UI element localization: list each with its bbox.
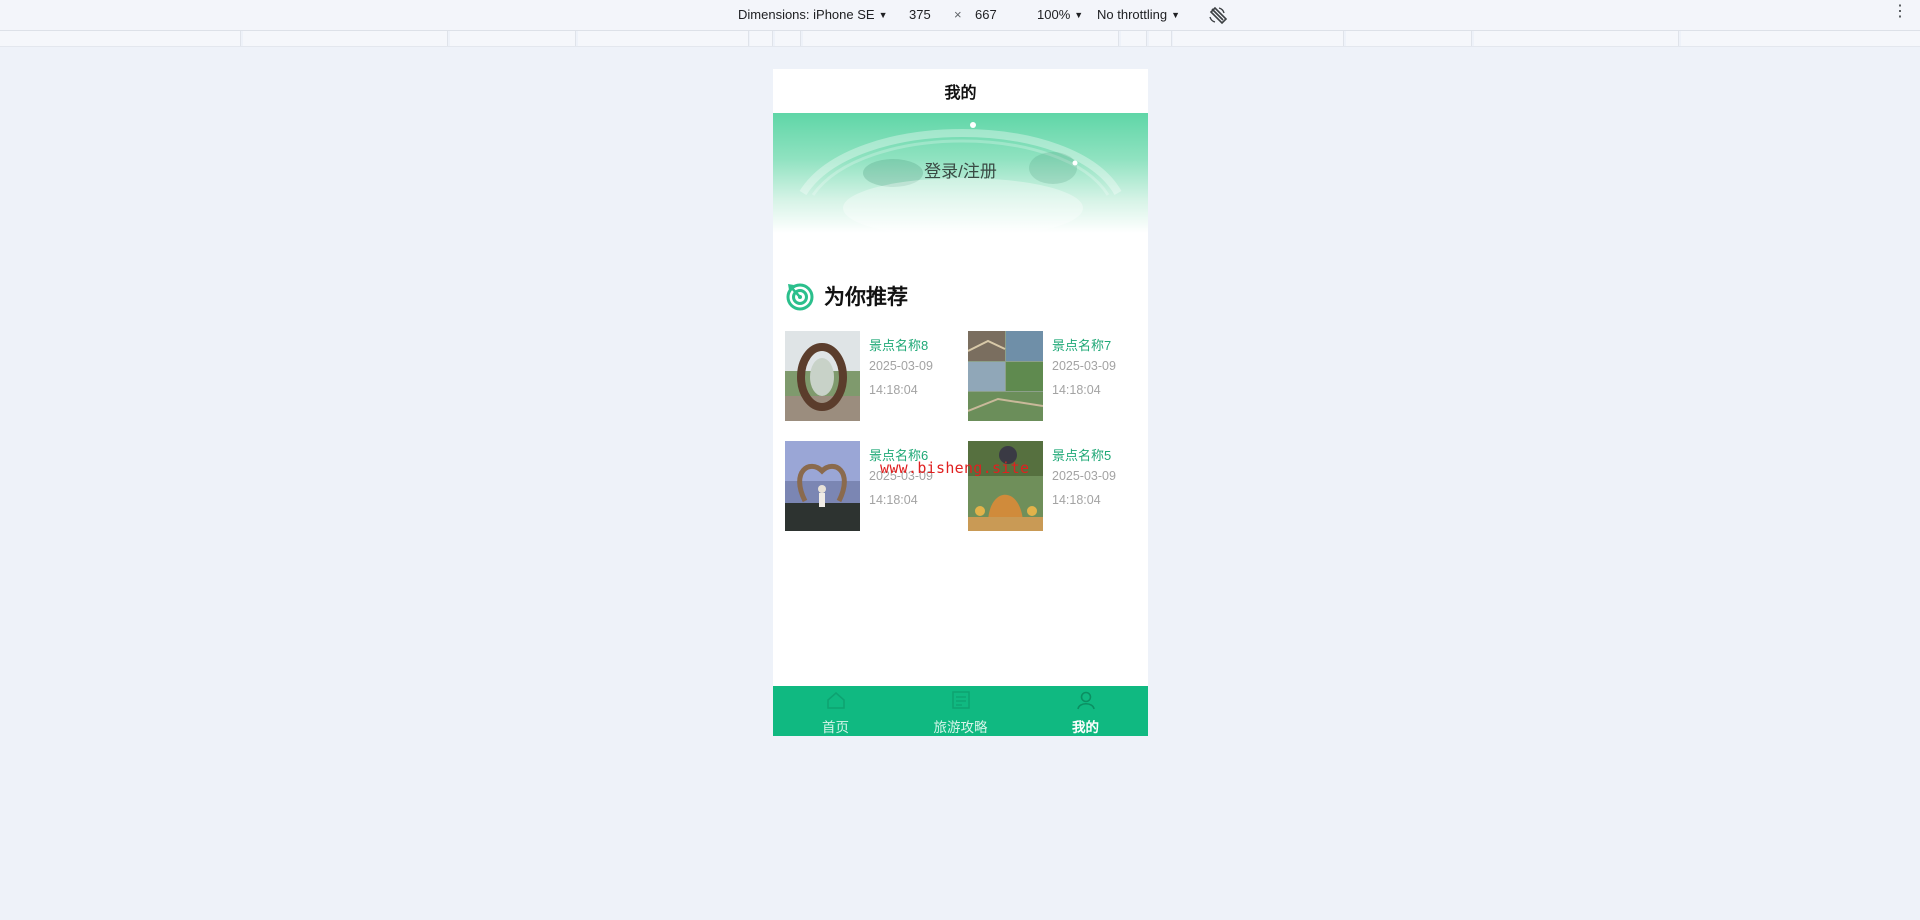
media-query-segment[interactable] xyxy=(1149,31,1172,46)
media-query-segment[interactable] xyxy=(1121,31,1147,46)
recommend-header: 为你推荐 xyxy=(785,281,908,311)
attraction-date: 2025-03-09 xyxy=(869,359,933,373)
media-query-segment[interactable] xyxy=(1173,31,1344,46)
bottom-tab-bar: 首页 旅游攻略 我的 xyxy=(773,686,1148,736)
attraction-thumbnail xyxy=(785,331,860,421)
attraction-thumbnail xyxy=(968,441,1043,531)
recommend-title: 为你推荐 xyxy=(824,286,908,309)
media-query-segment[interactable] xyxy=(1681,31,1920,46)
login-register-link[interactable]: 登录/注册 xyxy=(773,157,1148,182)
viewport-height-input[interactable]: 667 xyxy=(975,7,997,22)
viewport-width-input[interactable]: 375 xyxy=(909,7,931,22)
mobile-viewport: 我的 登录/注册 为你推荐 景点名称8 2025-03-09 14:18:04 … xyxy=(773,69,1148,736)
user-icon xyxy=(1076,691,1095,710)
attraction-card[interactable]: 景点名称5 2025-03-09 14:18:04 xyxy=(968,441,1138,531)
home-icon xyxy=(826,692,845,709)
tab-travel-guide[interactable]: 旅游攻略 xyxy=(898,686,1023,736)
attraction-name: 景点名称5 xyxy=(1052,448,1112,463)
profile-banner: 登录/注册 xyxy=(773,113,1148,233)
attraction-time: 14:18:04 xyxy=(1052,383,1101,397)
zoom-dropdown[interactable]: 100% ▼ xyxy=(1037,7,1083,22)
media-query-segment[interactable] xyxy=(578,31,749,46)
attraction-card[interactable]: 景点名称6 2025-03-09 14:18:04 xyxy=(785,441,955,531)
target-icon xyxy=(786,283,814,311)
attraction-card[interactable]: 景点名称8 2025-03-09 14:18:04 xyxy=(785,331,955,421)
media-query-ruler xyxy=(0,31,1920,47)
zoom-label: 100% xyxy=(1037,7,1071,22)
page-title: 我的 xyxy=(944,85,977,102)
device-dimensions-label: Dimensions: iPhone SE xyxy=(738,7,875,22)
more-options-icon[interactable]: ⋮ xyxy=(1892,4,1908,20)
devtools-device-toolbar: Dimensions: iPhone SE ▼ 375 × 667 100% ▼ N… xyxy=(0,0,1920,31)
tab-home-label: 首页 xyxy=(822,720,849,735)
throttling-dropdown[interactable]: No throttling ▼ xyxy=(1097,7,1180,22)
throttling-label: No throttling xyxy=(1097,7,1168,22)
media-query-segment[interactable] xyxy=(750,31,773,46)
device-dimensions-dropdown[interactable]: Dimensions: iPhone SE ▼ xyxy=(738,7,888,22)
tab-mine[interactable]: 我的 xyxy=(1023,686,1148,736)
media-query-segment[interactable] xyxy=(1474,31,1679,46)
tab-travel-guide-label: 旅游攻略 xyxy=(933,720,988,735)
chevron-down-icon: ▼ xyxy=(1171,10,1181,20)
media-query-segment[interactable] xyxy=(0,31,241,46)
media-query-segment[interactable] xyxy=(775,31,801,46)
media-query-segment[interactable] xyxy=(243,31,448,46)
media-query-segment[interactable] xyxy=(803,31,1119,46)
attraction-date: 2025-03-09 xyxy=(1052,469,1116,483)
attraction-time: 14:18:04 xyxy=(869,383,918,397)
tab-home[interactable]: 首页 xyxy=(773,686,898,736)
rotate-icon[interactable] xyxy=(1207,5,1227,25)
watermark-text: www.bisheng.site xyxy=(880,459,1030,477)
guide-icon xyxy=(951,691,970,709)
attraction-card[interactable]: 景点名称7 2025-03-09 14:18:04 xyxy=(968,331,1138,421)
tab-mine-label: 我的 xyxy=(1072,720,1099,735)
dimension-times-sign: × xyxy=(954,7,962,22)
attraction-date: 2025-03-09 xyxy=(1052,359,1116,373)
media-query-segment[interactable] xyxy=(1346,31,1472,46)
media-query-segment[interactable] xyxy=(450,31,576,46)
attraction-name: 景点名称7 xyxy=(1052,338,1112,353)
attraction-time: 14:18:04 xyxy=(1052,493,1101,507)
attraction-name: 景点名称8 xyxy=(869,338,929,353)
attraction-time: 14:18:04 xyxy=(869,493,918,507)
chevron-down-icon: ▼ xyxy=(1074,10,1084,20)
attraction-thumbnail xyxy=(785,441,860,531)
attraction-thumbnail xyxy=(968,331,1043,421)
chevron-down-icon: ▼ xyxy=(878,10,888,20)
